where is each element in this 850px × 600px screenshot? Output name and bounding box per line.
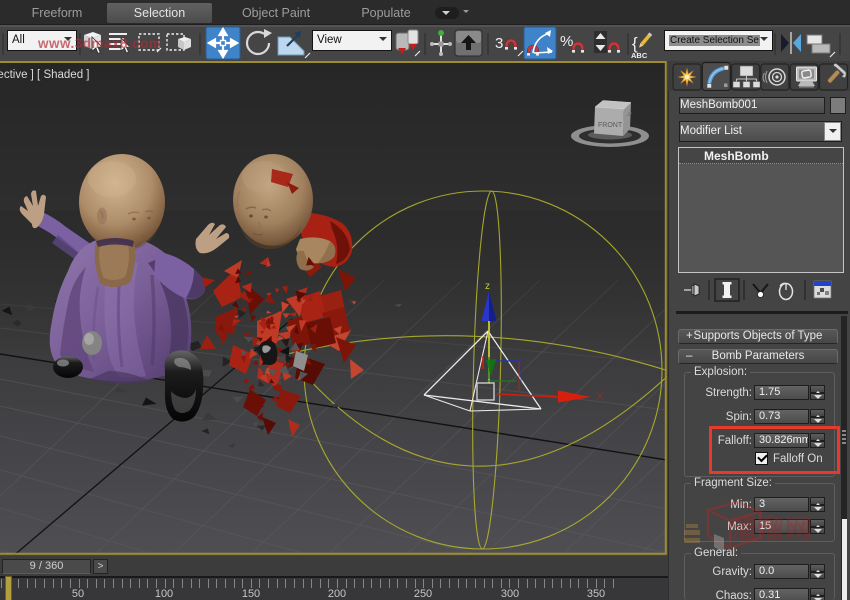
svg-text:%: % bbox=[560, 33, 573, 50]
svg-text:FRONT: FRONT bbox=[598, 122, 623, 129]
svg-text:ABC: ABC bbox=[631, 51, 648, 60]
svg-text:3: 3 bbox=[495, 35, 503, 52]
svg-text:z: z bbox=[485, 281, 490, 292]
svg-text:[ Perspective ] [ Shaded ]: [ Perspective ] [ Shaded ] bbox=[0, 69, 90, 81]
